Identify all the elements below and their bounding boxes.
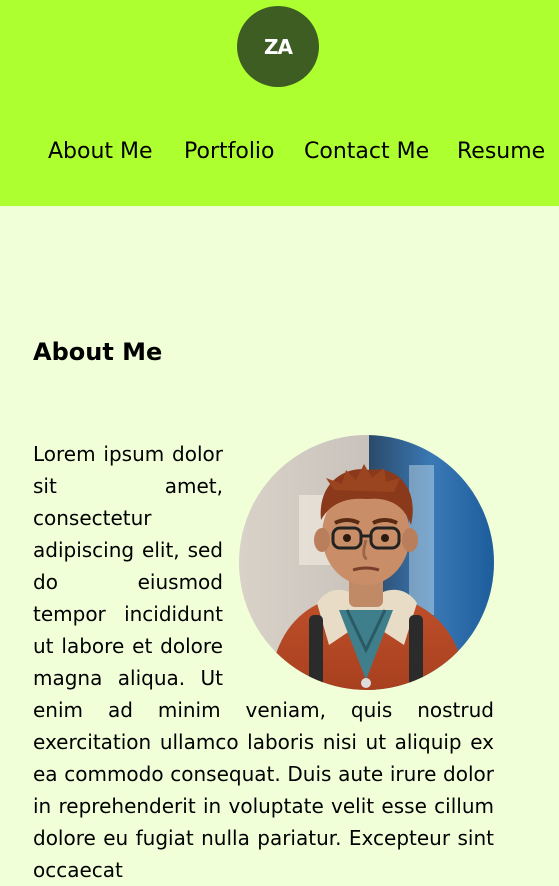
nav-link-contact-me[interactable]: Contact Me bbox=[304, 139, 429, 164]
profile-avatar-illustration bbox=[239, 435, 494, 690]
profile-photo bbox=[239, 435, 494, 690]
logo-text: ZA bbox=[264, 34, 293, 59]
nav-link-resume[interactable]: Resume bbox=[457, 139, 545, 164]
nav-link-about-me[interactable]: About Me bbox=[48, 139, 153, 164]
section-heading: About Me bbox=[33, 338, 163, 366]
nav-link-portfolio[interactable]: Portfolio bbox=[184, 139, 275, 164]
site-header: ZA About Me Portfolio Contact Me Resume bbox=[0, 0, 559, 206]
about-section: Lorem ipsum dolor sit amet, consectetur … bbox=[33, 435, 494, 886]
logo[interactable]: ZA bbox=[237, 6, 319, 87]
